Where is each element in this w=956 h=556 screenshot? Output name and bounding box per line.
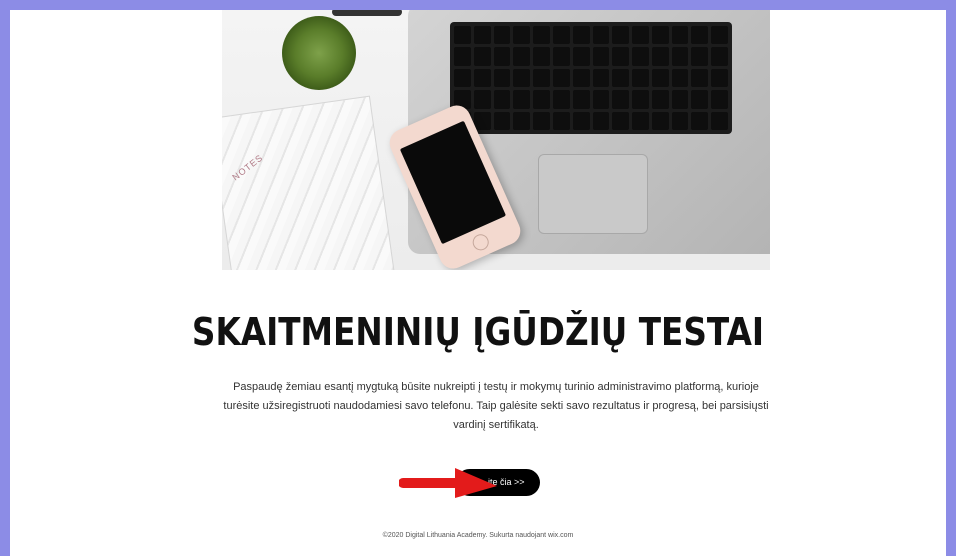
page-title: SKAITMENINIŲ ĮGŪDŽIŲ TESTAI (191, 310, 765, 354)
pen-illustration (332, 10, 402, 16)
hero-image: NOTES (222, 10, 770, 270)
footer-text: ©2020 Digital Lithuania Academy. Sukurta… (382, 532, 574, 539)
red-arrow-icon (399, 468, 497, 498)
page-container: NOTES SKAITMENINIŲ ĮGŪDŽIŲ TESTAI Paspau… (10, 10, 946, 556)
phone-home-button (470, 231, 492, 253)
description-text: Paspaudę žemiau esantį mygtuką būsite nu… (223, 381, 769, 431)
notebook-illustration: NOTES (222, 95, 397, 270)
trackpad-illustration (538, 154, 648, 234)
keyboard-illustration (450, 22, 732, 134)
notebook-label: NOTES (230, 152, 265, 183)
plant-illustration (282, 16, 356, 90)
